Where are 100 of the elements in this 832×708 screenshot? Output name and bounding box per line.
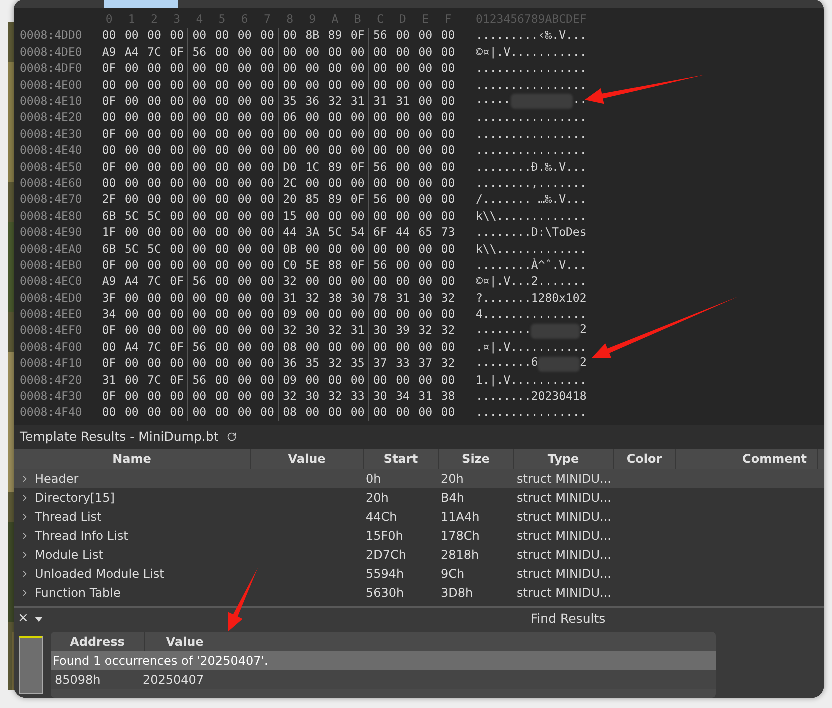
hex-byte: 00 — [350, 178, 366, 190]
hex-byte: 85 — [304, 194, 321, 206]
hex-byte: 00 — [260, 374, 276, 386]
address-label: 0008:4EA0 — [19, 244, 84, 256]
hex-byte: 0F — [169, 342, 185, 354]
hex-byte: 30 — [304, 325, 321, 337]
hex-byte: 00 — [214, 276, 230, 288]
address-label: 0008:4E00 — [19, 80, 84, 92]
hex-byte: 00 — [440, 96, 456, 108]
start-value: 5630h — [365, 584, 406, 602]
hex-byte: 34 — [101, 309, 118, 321]
hex-byte: 00 — [418, 63, 434, 75]
hex-byte: 00 — [260, 407, 276, 419]
hex-byte: 00 — [282, 145, 298, 157]
refresh-icon[interactable] — [226, 432, 237, 442]
hex-byte: 7C — [146, 342, 162, 354]
hex-byte: 00 — [169, 292, 185, 304]
hex-byte: 34 — [395, 391, 411, 403]
hex-byte: 00 — [146, 292, 162, 304]
address-label: 0008:4DD0 — [19, 30, 84, 42]
hex-byte: 00 — [236, 96, 253, 108]
hex-byte: 00 — [372, 276, 388, 288]
row-name: Header — [35, 470, 79, 488]
scrollbar-thumb[interactable] — [19, 636, 43, 694]
hex-byte: 00 — [214, 128, 230, 140]
hex-byte: 00 — [372, 309, 388, 321]
hex-byte: 00 — [214, 358, 230, 370]
hex-byte: 00 — [350, 128, 366, 140]
hex-byte: 00 — [236, 210, 253, 222]
hex-byte: 00 — [304, 374, 321, 386]
hex-byte: 31 — [350, 96, 366, 108]
result-value[interactable]: 20250407 — [143, 670, 204, 688]
hex-byte: 00 — [214, 46, 230, 58]
hex-byte: 08 — [282, 342, 298, 354]
hex-byte: 00 — [260, 292, 276, 304]
hex-byte: 00 — [440, 244, 456, 256]
template-row[interactable]: Header 0h 20h struct MINIDU... — [14, 469, 824, 488]
address-label: 0008:4E50 — [19, 162, 84, 174]
hex-byte: 00 — [440, 30, 456, 42]
hex-byte: 00 — [169, 325, 185, 337]
hex-byte: 00 — [372, 46, 388, 58]
hex-byte: 31 — [282, 292, 298, 304]
hex-byte: 00 — [327, 46, 344, 58]
row-name: Module List — [35, 546, 104, 564]
hex-byte: 1F — [101, 227, 118, 239]
hex-byte: 00 — [236, 227, 253, 239]
hex-byte: 00 — [124, 96, 140, 108]
hex-byte: 00 — [124, 309, 140, 321]
address-label: 0008:4E40 — [19, 145, 84, 157]
hex-byte: 00 — [440, 260, 456, 272]
hex-byte: 35 — [282, 96, 298, 108]
hex-byte: 00 — [214, 96, 230, 108]
hex-byte: 00 — [146, 391, 162, 403]
redaction-blur — [538, 356, 580, 372]
address-label: 0008:4EE0 — [19, 309, 84, 321]
hex-byte: A9 — [101, 46, 118, 58]
dropdown-caret-icon[interactable] — [34, 616, 43, 622]
hex-byte: 00 — [260, 260, 276, 272]
hex-byte: 00 — [260, 80, 276, 92]
hex-byte: 00 — [124, 145, 140, 157]
hex-byte: 00 — [260, 30, 276, 42]
hex-byte: A9 — [101, 276, 118, 288]
hex-byte: 37 — [418, 358, 434, 370]
hex-byte: 00 — [304, 244, 321, 256]
hex-byte: 32 — [327, 391, 344, 403]
ascii-text: ................ — [476, 145, 587, 157]
hex-byte: 00 — [146, 112, 162, 124]
hex-byte: 00 — [192, 391, 208, 403]
hex-byte: 5E — [304, 260, 321, 272]
hex-byte: 00 — [327, 342, 344, 354]
row-name: Directory[15] — [35, 490, 115, 507]
hex-byte: 00 — [327, 309, 344, 321]
hex-byte: 00 — [418, 80, 434, 92]
hex-byte: 00 — [214, 178, 230, 190]
result-address[interactable]: 85098h — [51, 670, 143, 688]
hex-byte: 00 — [440, 162, 456, 174]
start-value: 20h — [365, 490, 390, 507]
hex-byte: 00 — [260, 128, 276, 140]
hex-byte: 00 — [395, 276, 411, 288]
hex-byte: 37 — [372, 358, 388, 370]
address-label: 0008:4E80 — [19, 210, 84, 222]
hex-byte: 00 — [282, 80, 298, 92]
close-icon[interactable]: × — [18, 609, 29, 629]
row-name: Function Table — [35, 584, 121, 602]
hex-byte: 00 — [440, 178, 456, 190]
hex-byte: 00 — [395, 342, 411, 354]
hex-byte: 0F — [350, 30, 366, 42]
hex-byte: 00 — [282, 128, 298, 140]
hex-byte: 44 — [282, 227, 298, 239]
hex-byte: 00 — [327, 374, 344, 386]
hex-byte: 00 — [418, 276, 434, 288]
hex-byte: 00 — [101, 30, 118, 42]
hex-byte: 00 — [440, 80, 456, 92]
hex-byte: 00 — [236, 292, 253, 304]
hex-byte: 00 — [260, 96, 276, 108]
hex-byte: 6B — [101, 244, 118, 256]
hex-byte: 00 — [304, 178, 321, 190]
hex-byte: 00 — [236, 46, 253, 58]
column-header[interactable]: Value — [145, 632, 225, 651]
hex-byte: 09 — [282, 374, 298, 386]
